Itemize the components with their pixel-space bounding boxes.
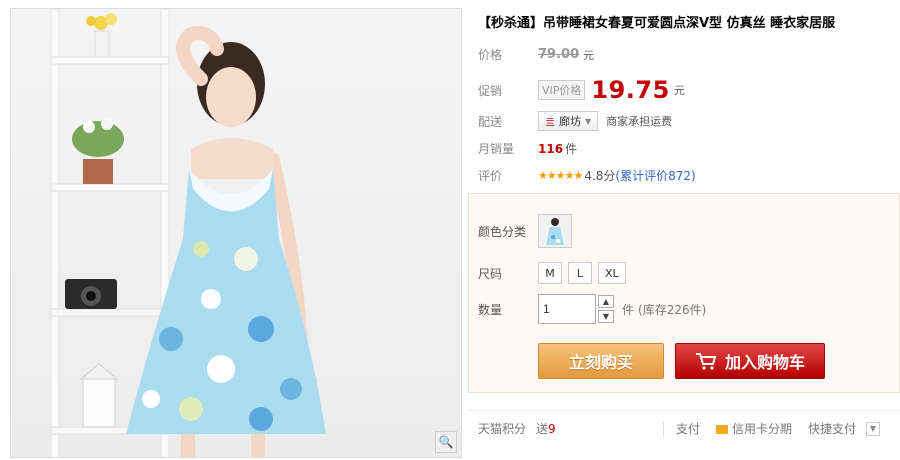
zoom-icon[interactable]: 🔍 xyxy=(435,431,457,453)
chevron-down-icon: ▼ xyxy=(585,116,592,126)
sales-label: 月销量 xyxy=(478,142,515,156)
price-label: 价格 xyxy=(478,48,503,62)
vip-price-tag: VIP价格 xyxy=(538,80,586,100)
promo-unit: 元 xyxy=(673,84,685,97)
quantity-label: 数量 xyxy=(478,302,503,317)
product-main-image[interactable]: 🔍 xyxy=(10,8,462,458)
buy-now-button[interactable]: 立刻购买 xyxy=(538,343,664,379)
add-to-cart-label: 加入购物车 xyxy=(724,353,805,372)
size-option-m[interactable]: M xyxy=(538,262,562,284)
add-to-cart-button[interactable]: 加入购物车 xyxy=(675,343,825,379)
size-label: 尺码 xyxy=(478,266,503,281)
size-option-l[interactable]: L xyxy=(568,262,592,284)
quantity-row: 数量 ▲ ▼ 件 (库存226件) xyxy=(478,294,706,324)
points-prefix: 送 xyxy=(536,422,549,436)
delivery-icon: 亖 xyxy=(545,117,555,129)
shipping-note: 商家承担运费 xyxy=(606,115,673,128)
expand-chevron-icon[interactable]: ▼ xyxy=(866,421,880,436)
quantity-input[interactable] xyxy=(538,294,596,324)
points-value: 9 xyxy=(548,421,556,436)
rating-score: 4.8分 xyxy=(584,169,616,183)
increase-quantity-icon[interactable]: ▲ xyxy=(598,295,614,308)
color-option-thumbnail[interactable] xyxy=(538,214,572,248)
reviews-link[interactable]: (累计评价872) xyxy=(615,167,695,184)
installment-option[interactable]: 信用卡分期 xyxy=(715,420,792,437)
sales-count: 116 xyxy=(538,141,564,156)
quantity-unit: 件 xyxy=(622,302,635,317)
decrease-quantity-icon[interactable]: ▼ xyxy=(598,310,614,323)
sales-unit: 件 xyxy=(565,142,578,156)
color-row: 颜色分类 xyxy=(478,214,572,248)
sales-row: 月销量 116 件 xyxy=(478,140,577,157)
product-photo-illustration xyxy=(50,9,326,457)
price-unit: 元 xyxy=(583,48,595,62)
stock-count: (库存226件) xyxy=(638,302,707,317)
shipping-label: 配送 xyxy=(478,114,503,129)
footer-divider xyxy=(662,420,664,437)
shipping-location: 廊坊 xyxy=(559,115,581,128)
dress-thumbnail-icon xyxy=(539,215,571,247)
product-title: 【秒杀通】吊带睡裙女春夏可爱圆点深V型 仿真丝 睡衣家居服 xyxy=(478,16,836,31)
quantity-stepper: ▲ ▼ xyxy=(598,295,614,323)
promo-row: 促销 VIP价格 19.75 元 xyxy=(478,76,685,104)
pay-label: 支付 xyxy=(675,422,700,436)
rating-label: 评价 xyxy=(478,169,503,183)
original-price: 79.00 xyxy=(538,47,580,62)
quick-pay-label[interactable]: 快捷支付 xyxy=(808,420,856,437)
size-option-xl[interactable]: XL xyxy=(598,262,626,284)
price-row: 价格 79.00 元 xyxy=(478,46,594,63)
service-bar: 天猫积分 送 9 支付 信用卡分期 快捷支付 ▼ xyxy=(468,410,900,446)
size-row: 尺码 M L XL xyxy=(478,262,632,284)
shipping-location-select[interactable]: 亖 廊坊 ▼ xyxy=(538,111,599,131)
rating-stars-icon: ★★★★★ xyxy=(538,169,583,182)
installment-label: 信用卡分期 xyxy=(731,422,792,436)
shopping-cart-icon xyxy=(695,353,717,370)
color-label: 颜色分类 xyxy=(478,224,527,239)
points-label: 天猫积分 xyxy=(478,422,527,436)
rating-row: 评价 ★★★★★ 4.8分 (累计评价872) xyxy=(478,167,696,184)
promo-price: 19.75 xyxy=(591,76,670,104)
shipping-row: 配送 亖 廊坊 ▼ 商家承担运费 xyxy=(478,111,672,131)
promo-label: 促销 xyxy=(478,83,503,98)
credit-card-icon xyxy=(715,425,728,434)
